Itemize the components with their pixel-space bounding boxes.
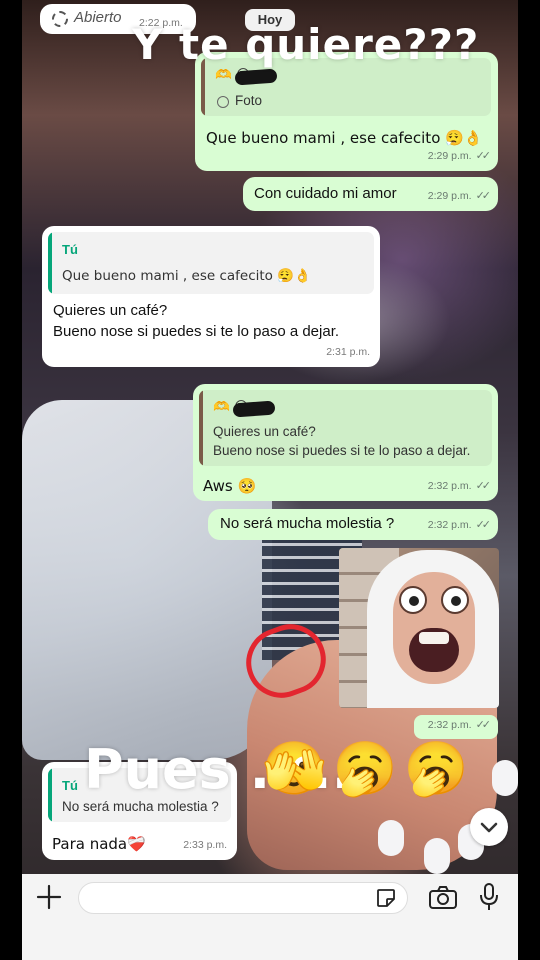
message-time: 2:31 p.m. <box>326 346 370 358</box>
right-black-border <box>518 0 540 960</box>
read-ticks-icon: ✓✓ <box>475 519 492 531</box>
message-text-line: Quieres un café? <box>53 302 168 319</box>
reply-quote-sender: Tú <box>62 242 78 257</box>
camera-icon[interactable] <box>428 885 458 911</box>
reply-quote-bar <box>48 232 52 294</box>
message-meta: 2:29 p.m. ✓✓ <box>427 146 492 166</box>
image-message[interactable] <box>339 548 499 708</box>
message-outgoing[interactable]: 🫶 😍 Foto Que bueno mami , ese cafecito 😮… <box>195 52 498 171</box>
message-time: 2:29 p.m. <box>427 150 472 162</box>
reply-quote-label: Foto <box>235 93 263 108</box>
message-time: 2:32 p.m. <box>427 519 472 531</box>
message-text-line: Bueno nose si puedes si te lo paso a dej… <box>53 323 340 340</box>
eye-left <box>399 586 427 614</box>
message-text: Aws 🥺 <box>203 477 257 495</box>
message-text: Para nada❤️‍🩹 <box>52 835 146 853</box>
reply-quote-bar <box>48 768 52 822</box>
message-meta: 2:29 p.m. ✓✓ <box>427 186 492 206</box>
plus-icon[interactable] <box>34 882 64 912</box>
redacted-name-blot <box>232 400 276 418</box>
message-text: Que bueno mami , ese cafecito 😮‍💨👌 <box>206 129 483 147</box>
message-time: 2:33 p.m. <box>183 839 227 851</box>
scroll-down-button[interactable] <box>470 808 508 846</box>
loading-circle-icon <box>52 11 68 27</box>
image-message-meta: 2:32 p.m. ✓✓ <box>414 715 498 739</box>
input-bar <box>22 874 518 960</box>
message-outgoing[interactable]: No será mucha molestia ? 2:32 p.m. ✓✓ <box>208 509 498 540</box>
mouth-shape <box>409 628 459 672</box>
wallpaper-nail <box>378 820 404 856</box>
message-text: No será mucha molestia ? <box>220 515 395 532</box>
read-ticks-icon: ✓✓ <box>475 190 492 202</box>
redacted-name-blot <box>234 68 278 86</box>
photo-icon <box>217 96 229 108</box>
reply-quote-text: Que bueno mami , ese cafecito 😮‍💨👌 <box>62 268 311 284</box>
status-chip-label: Abierto <box>74 9 122 26</box>
message-outgoing[interactable]: Con cuidado mi amor 2:29 p.m. ✓✓ <box>243 177 498 211</box>
message-time: 2:32 p.m. <box>427 480 472 492</box>
reply-quote[interactable]: Tú Que bueno mami , ese cafecito 😮‍💨👌 <box>48 232 374 294</box>
message-meta: 2:32 p.m. ✓✓ <box>427 476 492 496</box>
sticker-icon[interactable] <box>375 887 397 909</box>
message-meta: 2:32 p.m. ✓✓ <box>427 515 492 535</box>
reply-quote-bar <box>199 390 203 466</box>
message-incoming[interactable]: Tú Que bueno mami , ese cafecito 😮‍💨👌 Qu… <box>42 226 380 367</box>
reply-quote-text-line: Bueno nose si puedes si te lo paso a dej… <box>213 443 471 458</box>
microphone-icon[interactable] <box>478 882 500 912</box>
message-time: 2:29 p.m. <box>427 190 472 202</box>
message-time: 2:32 p.m. <box>427 719 472 731</box>
chevron-down-icon <box>480 822 498 833</box>
message-outgoing[interactable]: 🫶 😍 Quieres un café? Bueno nose si puede… <box>193 384 498 501</box>
left-black-border <box>0 0 22 960</box>
message-input[interactable] <box>78 882 408 914</box>
read-ticks-icon: ✓✓ <box>475 150 492 162</box>
eye-right <box>441 586 469 614</box>
message-text: Con cuidado mi amor <box>254 185 397 202</box>
overlay-caption-emojis: 🫣🥱🥱 <box>262 739 475 799</box>
reply-quote[interactable]: 🫶 😍 Quieres un café? Bueno nose si puede… <box>199 390 492 466</box>
wallpaper-nail <box>492 760 518 796</box>
read-ticks-icon: ✓✓ <box>475 719 492 731</box>
overlay-title: Y te quiere??? <box>132 20 480 69</box>
wallpaper-nail <box>424 838 450 874</box>
reply-quote-text-line: Quieres un café? <box>213 424 316 439</box>
read-ticks-icon: ✓✓ <box>475 480 492 492</box>
reply-quote-sender: Tú <box>62 778 78 793</box>
message-meta: 2:32 p.m. ✓✓ <box>427 715 492 735</box>
